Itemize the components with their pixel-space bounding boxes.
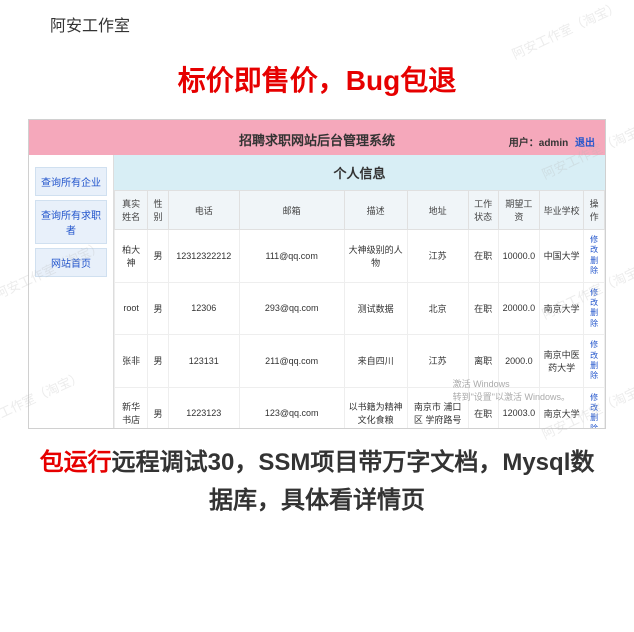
table-cell: 测试数据: [344, 282, 407, 335]
sidebar-item-jobseekers[interactable]: 查询所有求职者: [35, 200, 107, 244]
table-cell: 新华书店: [115, 387, 148, 429]
action-cell: 修改删除: [584, 230, 605, 283]
user-bar: 用户：admin 退出: [509, 134, 595, 149]
table-cell: 男: [148, 335, 169, 388]
delete-link[interactable]: 删除: [587, 413, 601, 429]
table-cell: 在职: [468, 282, 498, 335]
table-cell: 男: [148, 387, 169, 429]
sidebar: 查询所有企业 查询所有求职者 网站首页: [29, 155, 114, 429]
headline-2: 包运行远程调试30，SSM项目带万字文档，Mysql数据库，具体看详情页: [30, 444, 604, 521]
table-cell: 来自四川: [344, 335, 407, 388]
edit-link[interactable]: 修改: [587, 393, 601, 414]
table-header-cell: 电话: [168, 191, 239, 230]
windows-activation-hint: 激活 Windows 转到"设置"以激活 Windows。: [453, 377, 570, 403]
table-header-cell: 地址: [407, 191, 468, 230]
sidebar-item-companies[interactable]: 查询所有企业: [35, 167, 107, 196]
table-cell: 北京: [407, 282, 468, 335]
table-row: root男12306293@qq.com测试数据北京在职20000.0南京大学修…: [115, 282, 605, 335]
table-cell: 大神级别的人物: [344, 230, 407, 283]
user-label: 用户：: [509, 138, 539, 149]
table-header-cell: 描述: [344, 191, 407, 230]
table-cell: 中国大学: [540, 230, 584, 283]
edit-link[interactable]: 修改: [587, 235, 601, 256]
table-cell: 211@qq.com: [239, 335, 344, 388]
admin-title: 招聘求职网站后台管理系统: [239, 133, 395, 148]
table-cell: 123131: [168, 335, 239, 388]
table-header-row: 真实姓名性别电话邮箱描述地址工作状态期望工资毕业学校操作: [115, 191, 605, 230]
username: admin: [539, 138, 568, 149]
table-cell: 男: [148, 230, 169, 283]
main-title: 个人信息: [114, 155, 605, 190]
table-header-cell: 操作: [584, 191, 605, 230]
admin-screenshot: 招聘求职网站后台管理系统 用户：admin 退出 查询所有企业 查询所有求职者 …: [28, 119, 606, 429]
action-cell: 修改删除: [584, 387, 605, 429]
headline-1: 标价即售价，Bug包退: [0, 59, 634, 99]
delete-link[interactable]: 删除: [587, 361, 601, 382]
edit-link[interactable]: 修改: [587, 288, 601, 309]
headline-2-black: 远程调试30，SSM项目带万字文档，Mysql数据库，具体看详情页: [112, 449, 595, 514]
table-cell: 在职: [468, 230, 498, 283]
table-cell: 123@qq.com: [239, 387, 344, 429]
brand-label: 阿安工作室: [0, 0, 634, 44]
table-cell: 293@qq.com: [239, 282, 344, 335]
table-cell: 10000.0: [498, 230, 539, 283]
action-cell: 修改删除: [584, 335, 605, 388]
table-cell: 以书籍为精神文化食粮: [344, 387, 407, 429]
table-header-cell: 毕业学校: [540, 191, 584, 230]
edit-link[interactable]: 修改: [587, 340, 601, 361]
delete-link[interactable]: 删除: [587, 256, 601, 277]
table-cell: 111@qq.com: [239, 230, 344, 283]
table-header-cell: 性别: [148, 191, 169, 230]
table-cell: 江苏: [407, 230, 468, 283]
table-cell: 20000.0: [498, 282, 539, 335]
table-cell: 张非: [115, 335, 148, 388]
table-cell: 12312322212: [168, 230, 239, 283]
table-cell: 1223123: [168, 387, 239, 429]
delete-link[interactable]: 删除: [587, 308, 601, 329]
table-header-cell: 期望工资: [498, 191, 539, 230]
sidebar-item-home[interactable]: 网站首页: [35, 248, 107, 277]
action-cell: 修改删除: [584, 282, 605, 335]
headline-2-red: 包运行: [40, 449, 112, 476]
table-cell: 南京大学: [540, 282, 584, 335]
logout-link[interactable]: 退出: [575, 138, 595, 149]
table-cell: root: [115, 282, 148, 335]
table-header-cell: 真实姓名: [115, 191, 148, 230]
table-cell: 男: [148, 282, 169, 335]
admin-header: 招聘求职网站后台管理系统 用户：admin 退出: [29, 120, 605, 155]
table-cell: 12306: [168, 282, 239, 335]
table-row: 柏大神男12312322212111@qq.com大神级别的人物江苏在职1000…: [115, 230, 605, 283]
table-cell: 柏大神: [115, 230, 148, 283]
table-header-cell: 工作状态: [468, 191, 498, 230]
table-header-cell: 邮箱: [239, 191, 344, 230]
